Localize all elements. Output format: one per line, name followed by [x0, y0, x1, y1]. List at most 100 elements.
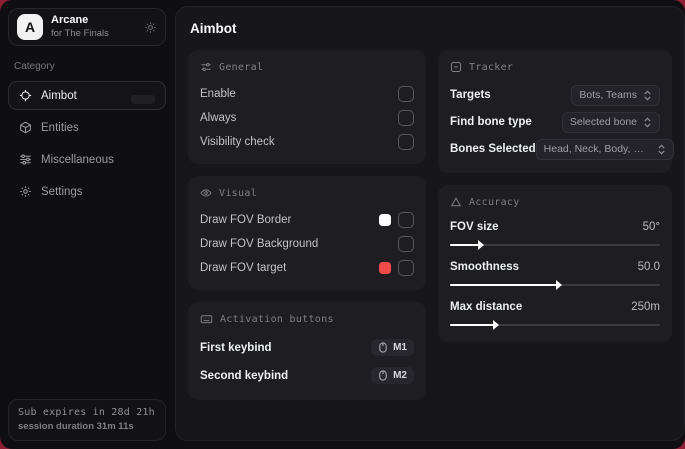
slider-handle[interactable]: [478, 240, 485, 250]
mouse-icon: [378, 370, 388, 381]
brand-subtitle: for The Finals: [51, 27, 109, 39]
card-title: Visual: [219, 187, 257, 199]
sidebar-item-label: Entities: [41, 121, 79, 134]
max-distance-value: 250m: [631, 301, 660, 313]
targets-dropdown[interactable]: Bots, Teams: [571, 84, 660, 106]
always-checkbox[interactable]: [398, 109, 414, 126]
card-general: General Enable Always Visibility check: [188, 50, 426, 164]
fov-background-checkbox[interactable]: [398, 235, 414, 252]
sub-expiry-text: Sub expires in 28d 21h: [18, 407, 155, 418]
bones-selected-dropdown[interactable]: Head, Neck, Body, Pe...: [535, 138, 674, 160]
smoothness-slider[interactable]: [450, 280, 660, 290]
setting-label: Visibility check: [200, 135, 275, 148]
max-distance-slider[interactable]: [450, 320, 660, 330]
card-visual-header: Visual: [200, 187, 414, 199]
session-duration-text: session duration 31m 11s: [18, 421, 134, 432]
eye-icon: [200, 187, 212, 199]
chevron-up-down-icon: [643, 116, 652, 128]
dropdown-value: Bots, Teams: [579, 89, 637, 101]
sidebar-item-label: Aimbot: [41, 89, 77, 102]
cube-icon: [19, 121, 32, 134]
setting-row-always: Always: [200, 106, 414, 129]
slider-handle[interactable]: [556, 280, 563, 290]
card-title: Tracker: [469, 61, 514, 73]
sidebar: A Arcane for The Finals Category Aimbot …: [0, 0, 174, 449]
setting-label: Smoothness: [450, 261, 520, 273]
keybind-value: M2: [393, 370, 407, 381]
enable-checkbox[interactable]: [398, 85, 414, 102]
setting-label: Draw FOV Background: [200, 237, 319, 250]
scan-icon: [450, 61, 462, 73]
card-title: Activation buttons: [220, 313, 334, 325]
setting-label: Find bone type: [450, 116, 532, 128]
setting-row-bones-selected: Bones Selected Head, Neck, Body, Pe...: [450, 136, 674, 162]
card-title: General: [219, 61, 264, 73]
mouse-icon: [378, 342, 388, 353]
gear-icon: [19, 185, 32, 198]
brand-name: Arcane: [51, 14, 89, 27]
second-keybind-button[interactable]: M2: [371, 367, 414, 384]
setting-label: Draw FOV target: [200, 261, 287, 274]
fov-size-value: 50°: [642, 221, 660, 233]
brand-header: A Arcane for The Finals: [8, 8, 166, 46]
setting-row-fov-background: Draw FOV Background: [200, 232, 414, 255]
sidebar-item-settings[interactable]: Settings: [8, 177, 166, 206]
chevron-up-down-icon: [643, 89, 652, 101]
setting-row-enable: Enable: [200, 82, 414, 105]
fov-border-color-swatch[interactable]: [379, 213, 391, 226]
slider-fill: [450, 240, 485, 250]
setting-label: Draw FOV Border: [200, 213, 292, 226]
setting-label: Enable: [200, 87, 236, 100]
sidebar-item-label: Settings: [41, 185, 83, 198]
category-label: Category: [14, 61, 55, 72]
sidebar-item-aimbot[interactable]: Aimbot: [8, 81, 166, 110]
setting-row-first-keybind: First keybind M1: [200, 334, 414, 361]
fov-target-checkbox[interactable]: [398, 259, 414, 276]
visibility-check-checkbox[interactable]: [398, 133, 414, 150]
chevron-up-down-icon: [657, 143, 666, 155]
content-panel: Aimbot General Enable Always Visibility …: [175, 6, 685, 441]
crosshair-icon: [19, 89, 32, 102]
setting-label: Max distance: [450, 301, 523, 313]
main-area: Aimbot General Enable Always Visibility …: [174, 0, 685, 449]
gear-icon[interactable]: [144, 21, 157, 34]
setting-label: First keybind: [200, 341, 272, 354]
fov-target-color-swatch[interactable]: [379, 261, 391, 274]
setting-row-find-bone-type: Find bone type Selected bone: [450, 109, 660, 135]
setting-row-targets: Targets Bots, Teams: [450, 82, 660, 108]
sidebar-item-miscellaneous[interactable]: Miscellaneous: [8, 145, 166, 174]
setting-row-max-distance: Max distance 250m: [450, 297, 660, 330]
triangle-icon: [450, 196, 462, 208]
card-general-header: General: [200, 61, 414, 73]
sidebar-item-label: Miscellaneous: [41, 153, 114, 166]
setting-label: Targets: [450, 89, 491, 101]
card-title: Accuracy: [469, 196, 520, 208]
smoothness-value: 50.0: [637, 261, 660, 273]
slider-fill: [450, 320, 500, 330]
sliders-icon: [19, 153, 32, 166]
ghost-badge: [131, 95, 155, 104]
slider-handle[interactable]: [493, 320, 500, 330]
sidebar-item-entities[interactable]: Entities: [8, 113, 166, 142]
fov-border-checkbox[interactable]: [398, 211, 414, 228]
subscription-info: Sub expires in 28d 21h session duration …: [8, 399, 166, 441]
keybind-value: M1: [393, 342, 407, 353]
card-tracker-header: Tracker: [450, 61, 660, 73]
setting-row-second-keybind: Second keybind M2: [200, 362, 414, 389]
setting-row-fov-target: Draw FOV target: [200, 256, 414, 279]
sidebar-nav: Aimbot Entities Miscellaneous Settings: [8, 81, 166, 206]
setting-label: Always: [200, 111, 237, 124]
card-activation-header: Activation buttons: [200, 313, 414, 325]
setting-row-smoothness: Smoothness 50.0: [450, 257, 660, 290]
dropdown-value: Selected bone: [569, 116, 637, 128]
setting-row-visibility-check: Visibility check: [200, 130, 414, 153]
fov-size-slider[interactable]: [450, 240, 660, 250]
find-bone-type-dropdown[interactable]: Selected bone: [561, 111, 660, 133]
setting-label: FOV size: [450, 221, 499, 233]
tune-icon: [200, 61, 212, 73]
brand-text: Arcane for The Finals: [51, 14, 109, 40]
first-keybind-button[interactable]: M1: [371, 339, 414, 356]
brand-logo: A: [17, 14, 43, 40]
setting-label: Bones Selected: [450, 143, 536, 155]
card-visual: Visual Draw FOV Border Draw FOV Backgrou…: [188, 176, 426, 290]
